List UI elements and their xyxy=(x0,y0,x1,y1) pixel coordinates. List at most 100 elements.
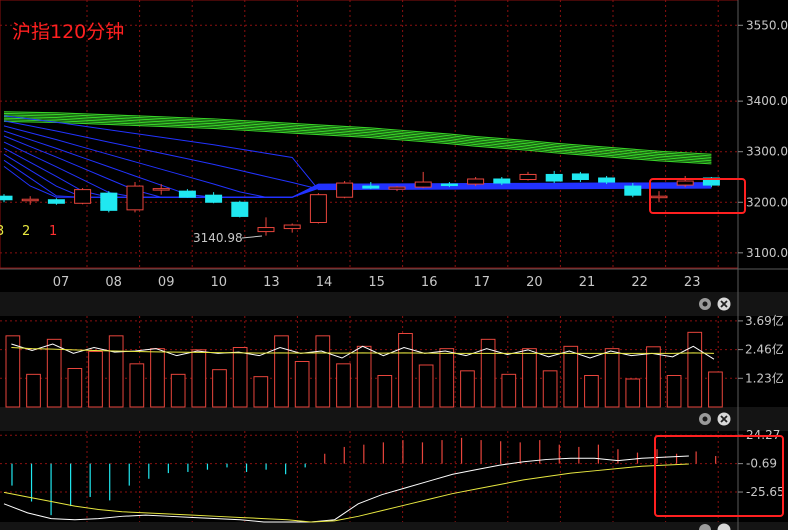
x-tick-label: 21 xyxy=(579,275,596,290)
volume-bar xyxy=(687,331,703,408)
close-icon[interactable] xyxy=(717,297,731,311)
volume-panel-header xyxy=(0,292,788,316)
x-tick-label: 17 xyxy=(474,275,491,290)
volume-bar xyxy=(666,375,682,408)
candle-body xyxy=(467,178,485,185)
close-icon[interactable] xyxy=(717,412,731,426)
candle-body xyxy=(650,195,668,199)
ma-blue-line xyxy=(3,153,712,198)
candle-body xyxy=(388,186,406,190)
volume-bar xyxy=(336,363,351,408)
gear-icon[interactable] xyxy=(699,298,711,310)
x-tick-label: 15 xyxy=(368,275,385,290)
candle-body xyxy=(624,185,642,196)
volume-bar xyxy=(418,364,434,408)
volume-bar xyxy=(501,373,517,408)
volume-bar xyxy=(315,335,331,408)
candle-body xyxy=(74,189,92,204)
bar-number-2: 2 xyxy=(22,224,30,239)
y-tick-label-main: 3550.00 xyxy=(746,18,788,32)
bar-number-1: 1 xyxy=(49,224,57,239)
y-tick-label-macd: -0.69 xyxy=(746,457,777,471)
y-tick-label-main: 3100.00 xyxy=(746,246,788,260)
macd-dea-line xyxy=(3,463,689,523)
candle-body xyxy=(152,188,170,191)
candle-body xyxy=(205,194,223,203)
x-tick-label: 23 xyxy=(684,275,701,290)
volume-bar xyxy=(646,346,661,408)
x-tick-label: 09 xyxy=(158,275,175,290)
candle-body xyxy=(493,178,511,184)
candle-body xyxy=(545,173,563,182)
volume-bar xyxy=(67,368,83,408)
y-tick-label-vol: 3.69亿 xyxy=(745,313,784,328)
chart-canvas: 3550.00 3400.00 3300.00 3200.00 3100.00 07 08 0… xyxy=(0,0,788,530)
y-tick-label-vol: 1.23亿 xyxy=(745,370,784,385)
volume-bar xyxy=(439,348,455,408)
x-tick-label: 08 xyxy=(105,275,122,290)
volume-bar xyxy=(274,335,289,408)
volume-bar xyxy=(398,333,413,408)
x-tick-label: 16 xyxy=(421,275,438,290)
main-chart xyxy=(0,111,720,236)
candle-body xyxy=(100,192,118,211)
volume-bar xyxy=(212,369,227,408)
y-tick-label-main: 3400.00 xyxy=(746,94,788,108)
y-tick-label-main: 3200.00 xyxy=(746,195,788,209)
x-tick-label: 10 xyxy=(211,275,228,290)
candle-body xyxy=(336,182,354,198)
candle-body xyxy=(676,180,694,186)
volume-bar xyxy=(191,349,207,408)
x-tick-label: 20 xyxy=(526,275,543,290)
bottom-panel-header xyxy=(0,522,788,530)
macd-panel-header xyxy=(0,407,788,431)
x-tick-label: 13 xyxy=(263,275,280,290)
volume-bar xyxy=(542,370,558,408)
candle-body xyxy=(231,201,249,217)
volume-bar xyxy=(253,376,269,408)
chart-root: 3550.00 3400.00 3300.00 3200.00 3100.00 07 08 0… xyxy=(0,0,788,530)
candle-body xyxy=(0,195,13,201)
volume-bar xyxy=(563,345,579,408)
macd-chart xyxy=(3,437,717,523)
volume-bar xyxy=(170,373,186,408)
volume-bar xyxy=(460,370,475,408)
candle-body xyxy=(283,224,301,230)
candle-body xyxy=(47,199,65,204)
macd-dif-line xyxy=(3,455,689,523)
candle-body xyxy=(178,190,196,198)
candle-body xyxy=(21,198,39,202)
volume-bar xyxy=(5,335,21,408)
ma-green-line xyxy=(3,119,712,163)
volume-bar xyxy=(522,348,537,408)
candle-body xyxy=(126,185,144,211)
volume-bar xyxy=(584,375,599,408)
y-tick-label-macd: -25.65 xyxy=(746,485,785,499)
highlight-box-macd xyxy=(654,435,784,517)
candle-body xyxy=(598,177,616,183)
volume-bar xyxy=(377,375,393,408)
volume-bar xyxy=(294,361,310,408)
volume-bar xyxy=(108,335,124,408)
volume-bar xyxy=(150,348,165,408)
volume-bar xyxy=(625,378,641,408)
volume-bar xyxy=(26,373,41,408)
grid-layer xyxy=(0,0,788,530)
candle-body xyxy=(414,181,432,188)
volume-bar xyxy=(232,347,248,408)
x-tick-label: 14 xyxy=(316,275,333,290)
x-tick-label: 22 xyxy=(631,275,648,290)
chart-title: 沪指120分钟 xyxy=(12,21,124,43)
volume-chart xyxy=(5,331,723,408)
x-tick-label: 07 xyxy=(53,275,70,290)
y-tick-label-vol: 2.46亿 xyxy=(745,342,784,357)
volume-bar xyxy=(604,348,620,408)
gear-icon[interactable] xyxy=(699,413,711,425)
candle-body xyxy=(309,194,327,223)
bar-number-3: 3 xyxy=(0,224,4,239)
min-price-label: 3140.98 xyxy=(193,231,243,245)
volume-bar xyxy=(129,363,145,408)
candle-body xyxy=(362,185,380,189)
volume-bar xyxy=(88,350,103,408)
candle-body xyxy=(519,173,537,181)
